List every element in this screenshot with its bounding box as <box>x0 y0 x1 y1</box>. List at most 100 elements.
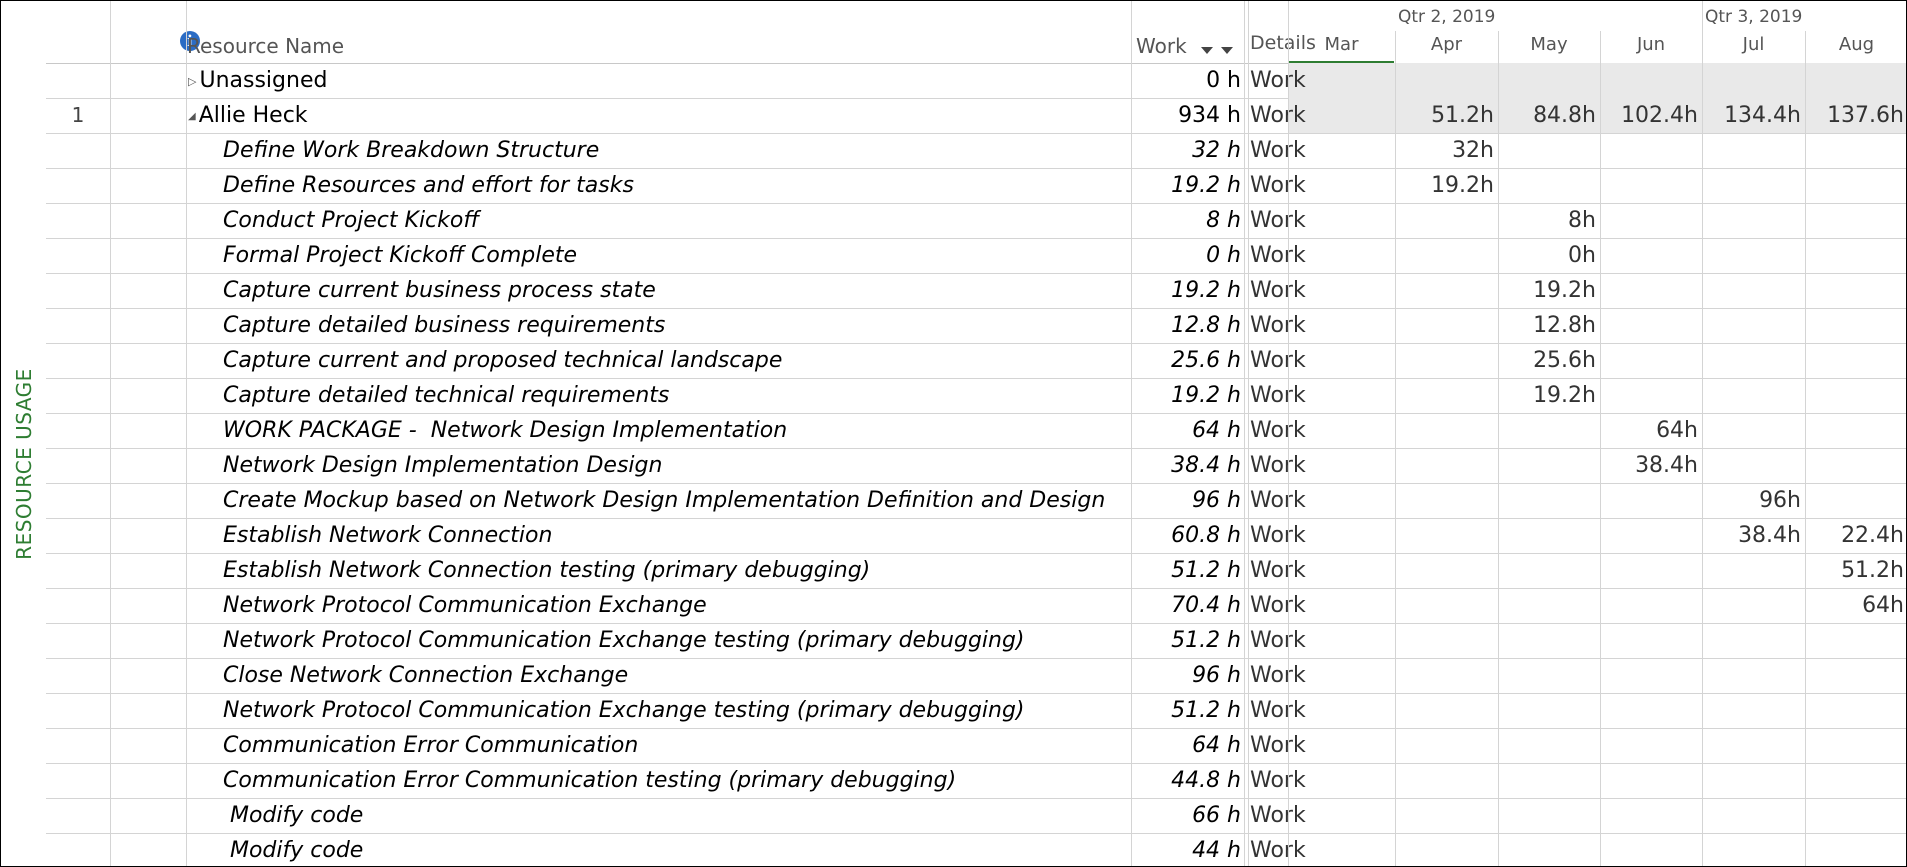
timescale-cell[interactable] <box>1395 63 1498 98</box>
timescale-cell[interactable] <box>1702 448 1805 483</box>
timescale-cell[interactable] <box>1288 798 1395 833</box>
timescale-cell[interactable] <box>1600 658 1702 693</box>
timescale-cell[interactable] <box>1805 168 1906 203</box>
timescale-cell[interactable] <box>1395 203 1498 238</box>
timescale-cell[interactable] <box>1702 658 1805 693</box>
assignment-row[interactable]: Establish Network Connection 60.8 h Work 38… <box>46 518 1906 554</box>
work-cell[interactable]: 19.2 h <box>1131 378 1241 413</box>
timescale-cell[interactable] <box>1395 273 1498 308</box>
assignment-row[interactable]: Communication Error Communication 64 h Wor… <box>46 728 1906 764</box>
timescale-cell[interactable]: 96h <box>1702 483 1805 518</box>
work-cell[interactable]: 66 h <box>1131 798 1241 833</box>
work-cell[interactable]: 934 h <box>1131 98 1241 133</box>
resource-name-cell[interactable]: ▷ Unassigned <box>186 63 1128 98</box>
timescale-cell[interactable] <box>1288 658 1395 693</box>
work-cell[interactable]: 25.6 h <box>1131 343 1241 378</box>
resource-name-cell[interactable]: Capture current business process state <box>186 273 1163 308</box>
timescale-cell[interactable] <box>1288 448 1395 483</box>
timescale-cell[interactable] <box>1288 553 1395 588</box>
timescale-cell[interactable] <box>1702 693 1805 728</box>
resource-name-cell[interactable]: Close Network Connection Exchange <box>186 658 1163 693</box>
timescale-cell[interactable]: 38.4h <box>1702 518 1805 553</box>
timescale-cell[interactable] <box>1600 203 1702 238</box>
timescale-cell[interactable] <box>1702 63 1805 98</box>
timescale-cell[interactable] <box>1702 728 1805 763</box>
timescale-cell[interactable] <box>1600 763 1702 798</box>
timescale-cell[interactable] <box>1600 308 1702 343</box>
timescale-cell[interactable] <box>1395 658 1498 693</box>
timescale-cell[interactable] <box>1600 518 1702 553</box>
timescale-cell[interactable] <box>1395 448 1498 483</box>
timescale-cell[interactable] <box>1805 343 1906 378</box>
timescale-cell[interactable] <box>1600 168 1702 203</box>
timescale-cell[interactable] <box>1395 798 1498 833</box>
timescale-cell[interactable] <box>1498 658 1600 693</box>
assignment-row[interactable]: Establish Network Connection testing (pr… <box>46 553 1906 589</box>
assignment-row[interactable]: Capture current and proposed technical l… <box>46 343 1906 379</box>
resource-name-cell[interactable]: Network Design Implementation Design <box>186 448 1163 483</box>
timescale-cell[interactable] <box>1395 588 1498 623</box>
timescale-cell[interactable] <box>1288 483 1395 518</box>
timescale-cell[interactable]: 22.4h <box>1805 518 1906 553</box>
resource-row[interactable]: 1 ◢ Allie Heck 934 h Work 51.2h 84.8h 102.4h 134… <box>46 98 1906 134</box>
timescale-cell[interactable] <box>1288 203 1395 238</box>
timescale-cell[interactable] <box>1805 728 1906 763</box>
assignment-row[interactable]: Network Protocol Communication Exchange … <box>46 623 1906 659</box>
timescale-cell[interactable] <box>1805 273 1906 308</box>
resource-name-cell[interactable]: Define Resources and effort for tasks <box>186 168 1163 203</box>
timescale-cell[interactable] <box>1498 168 1600 203</box>
timescale-cell[interactable] <box>1702 308 1805 343</box>
timescale-cell[interactable] <box>1498 623 1600 658</box>
timescale-cell[interactable] <box>1600 553 1702 588</box>
timescale-cell[interactable] <box>1600 728 1702 763</box>
timescale-cell[interactable]: 19.2h <box>1395 168 1498 203</box>
timescale-cell[interactable] <box>1395 413 1498 448</box>
timescale-cell[interactable] <box>1805 798 1906 833</box>
timescale-cell[interactable] <box>1702 413 1805 448</box>
timescale-cell[interactable]: 19.2h <box>1498 378 1600 413</box>
timescale-cell[interactable] <box>1805 133 1906 168</box>
timescale-cell[interactable] <box>1395 483 1498 518</box>
resource-name-cell[interactable]: WORK PACKAGE - Network Design Implementa… <box>186 413 1163 448</box>
timescale-cell[interactable]: 25.6h <box>1498 343 1600 378</box>
timescale-cell[interactable] <box>1805 378 1906 413</box>
assignment-row[interactable]: Communication Error Communication testin… <box>46 763 1906 799</box>
timescale-cell[interactable] <box>1600 343 1702 378</box>
resource-name-cell[interactable]: Network Protocol Communication Exchange … <box>186 623 1163 658</box>
work-cell[interactable]: 44.8 h <box>1131 763 1241 798</box>
resource-name-cell[interactable]: Modify code <box>186 833 1163 866</box>
assignment-row[interactable]: WORK PACKAGE - Network Design Implementa… <box>46 413 1906 449</box>
assignment-row[interactable]: Conduct Project Kickoff 8 h Work 8h <box>46 203 1906 239</box>
resource-name-cell[interactable]: Establish Network Connection testing (pr… <box>186 553 1163 588</box>
assignment-row[interactable]: Define Work Breakdown Structure 32 h Work 3… <box>46 133 1906 169</box>
timescale-cell[interactable] <box>1498 763 1600 798</box>
timescale-cell[interactable] <box>1288 308 1395 343</box>
work-cell[interactable]: 19.2 h <box>1131 273 1241 308</box>
resource-name-cell[interactable]: Capture detailed business requirements <box>186 308 1163 343</box>
work-cell[interactable]: 60.8 h <box>1131 518 1241 553</box>
timescale-cell[interactable] <box>1702 588 1805 623</box>
work-cell[interactable]: 38.4 h <box>1131 448 1241 483</box>
timescale-cell[interactable] <box>1395 833 1498 866</box>
timescale-cell[interactable] <box>1288 133 1395 168</box>
timescale-cell[interactable]: 134.4h <box>1702 98 1805 133</box>
timescale-cell[interactable] <box>1805 693 1906 728</box>
timescale-cell[interactable] <box>1395 343 1498 378</box>
timescale-cell[interactable] <box>1288 168 1395 203</box>
resource-name-cell[interactable]: Communication Error Communication testin… <box>186 763 1163 798</box>
timescale-cell[interactable]: 64h <box>1805 588 1906 623</box>
resource-name-cell[interactable]: Define Work Breakdown Structure <box>186 133 1163 168</box>
timescale-cell[interactable] <box>1395 693 1498 728</box>
work-cell[interactable]: 70.4 h <box>1131 588 1241 623</box>
timescale-cell[interactable] <box>1702 203 1805 238</box>
timescale-cell[interactable]: 12.8h <box>1498 308 1600 343</box>
work-cell[interactable]: 51.2 h <box>1131 693 1241 728</box>
timescale-cell[interactable] <box>1395 518 1498 553</box>
timescale-cell[interactable] <box>1498 798 1600 833</box>
work-cell[interactable]: 32 h <box>1131 133 1241 168</box>
timescale-cell[interactable] <box>1288 63 1395 98</box>
timescale-cell[interactable] <box>1805 658 1906 693</box>
resource-name-cell[interactable]: Formal Project Kickoff Complete <box>186 238 1163 273</box>
timescale-cell[interactable] <box>1600 63 1702 98</box>
timescale-cell[interactable] <box>1600 623 1702 658</box>
